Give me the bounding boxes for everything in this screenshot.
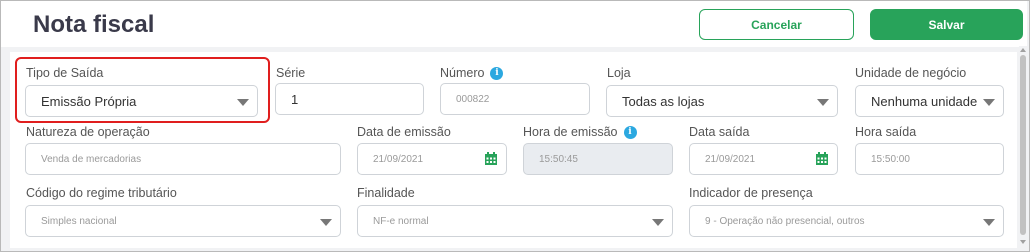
scroll-up-arrow-icon[interactable] bbox=[1020, 48, 1026, 52]
chevron-down-icon bbox=[652, 219, 664, 226]
natureza-label: Natureza de operação bbox=[26, 125, 150, 139]
regime-placeholder: Simples nacional bbox=[41, 215, 117, 227]
data-emissao-input[interactable]: 21/09/2021 bbox=[357, 143, 507, 175]
loja-label: Loja bbox=[607, 66, 631, 80]
save-button[interactable]: Salvar bbox=[870, 9, 1023, 40]
natureza-placeholder: Venda de mercadorias bbox=[41, 153, 142, 165]
hora-saida-placeholder: 15:50:00 bbox=[871, 153, 910, 165]
regime-select[interactable]: Simples nacional bbox=[25, 205, 341, 237]
highlight-box bbox=[15, 57, 270, 123]
scroll-thumb[interactable] bbox=[1020, 55, 1026, 235]
unidade-select[interactable]: Nenhuma unidade bbox=[855, 85, 1004, 117]
presenca-select[interactable]: 9 - Operação não presencial, outros bbox=[689, 205, 1004, 237]
data-saida-placeholder: 21/09/2021 bbox=[705, 153, 756, 165]
numero-label: Número i bbox=[440, 66, 504, 80]
calendar-icon[interactable] bbox=[815, 152, 829, 166]
info-icon[interactable]: i bbox=[623, 125, 637, 139]
presenca-placeholder: 9 - Operação não presencial, outros bbox=[705, 215, 865, 227]
finalidade-placeholder: NF-e normal bbox=[373, 215, 429, 227]
chevron-down-icon bbox=[320, 219, 332, 226]
serie-value: 1 bbox=[291, 91, 299, 107]
regime-label: Código do regime tributário bbox=[26, 186, 177, 200]
presenca-label: Indicador de presença bbox=[689, 186, 813, 200]
hora-emissao-label: Hora de emissão i bbox=[523, 125, 637, 139]
data-emissao-placeholder: 21/09/2021 bbox=[373, 153, 424, 165]
hora-emissao-input: 15:50:45 bbox=[523, 143, 673, 175]
chevron-down-icon bbox=[817, 99, 829, 106]
chevron-down-icon bbox=[983, 219, 995, 226]
calendar-icon[interactable] bbox=[484, 152, 498, 166]
chevron-down-icon bbox=[983, 99, 995, 106]
hora-emissao-value: 15:50:45 bbox=[539, 153, 578, 165]
hora-saida-label: Hora saída bbox=[855, 125, 917, 139]
numero-input[interactable]: 000822 bbox=[440, 83, 590, 115]
data-emissao-label: Data de emissão bbox=[357, 125, 451, 139]
data-saida-label: Data saída bbox=[689, 125, 750, 139]
numero-placeholder: 000822 bbox=[456, 93, 490, 105]
cancel-button[interactable]: Cancelar bbox=[699, 9, 854, 40]
unidade-value: Nenhuma unidade bbox=[871, 93, 978, 109]
serie-label: Série bbox=[276, 66, 306, 80]
natureza-input[interactable]: Venda de mercadorias bbox=[25, 143, 341, 175]
loja-value: Todas as lojas bbox=[622, 93, 705, 109]
hora-saida-input[interactable]: 15:50:00 bbox=[855, 143, 1004, 175]
loja-select[interactable]: Todas as lojas bbox=[606, 85, 838, 117]
serie-input[interactable]: 1 bbox=[275, 83, 424, 115]
page-header: Nota fiscal Cancelar Salvar bbox=[1, 1, 1027, 47]
vertical-scrollbar[interactable] bbox=[1019, 46, 1027, 250]
page-title: Nota fiscal bbox=[33, 11, 155, 38]
finalidade-label: Finalidade bbox=[357, 186, 415, 200]
unidade-label: Unidade de negócio bbox=[855, 66, 967, 80]
finalidade-select[interactable]: NF-e normal bbox=[357, 205, 673, 237]
data-saida-input[interactable]: 21/09/2021 bbox=[689, 143, 838, 175]
scroll-down-arrow-icon[interactable] bbox=[1020, 240, 1026, 244]
info-icon[interactable]: i bbox=[490, 66, 504, 80]
